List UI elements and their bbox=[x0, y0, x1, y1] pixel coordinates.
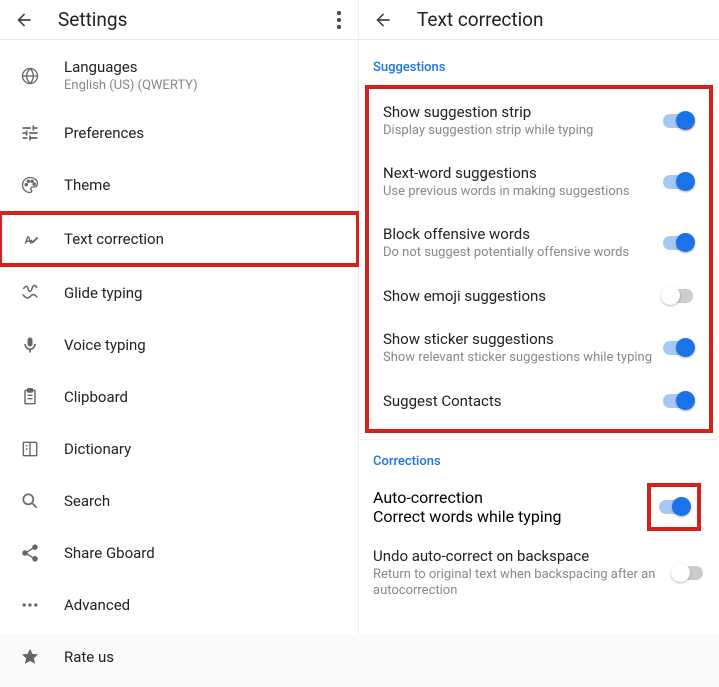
palette-icon bbox=[18, 173, 42, 197]
back-button[interactable] bbox=[12, 8, 36, 32]
sidebar-item-theme[interactable]: Theme bbox=[0, 159, 358, 211]
arrow-back-icon bbox=[373, 10, 393, 30]
row-sub: Do not suggest potentially offensive wor… bbox=[383, 245, 661, 262]
sidebar-item-label: Theme bbox=[64, 176, 110, 194]
sidebar-item-label: Text correction bbox=[64, 230, 164, 248]
row-next-word-suggestions[interactable]: Next-word suggestions Use previous words… bbox=[369, 152, 709, 213]
row-title: Suggest Contacts bbox=[383, 392, 661, 410]
toggle-switch[interactable] bbox=[657, 497, 691, 517]
row-sub: Show relevant sticker suggestions while … bbox=[383, 350, 661, 367]
row-auto-correction[interactable]: Auto-correction Correct words while typi… bbox=[359, 477, 719, 531]
row-show-suggestion-strip[interactable]: Show suggestion strip Display suggestion… bbox=[369, 91, 709, 152]
sidebar-item-text-correction[interactable]: Text correction bbox=[0, 211, 360, 267]
sidebar-item-label: Dictionary bbox=[64, 440, 131, 458]
overflow-menu-button[interactable] bbox=[332, 6, 346, 34]
row-title: Undo auto-correct on backspace bbox=[373, 547, 671, 565]
sidebar-item-label: Search bbox=[64, 492, 110, 510]
toggle-switch[interactable] bbox=[661, 338, 695, 358]
sidebar-item-label: Rate us bbox=[64, 648, 114, 666]
sidebar-item-label: Preferences bbox=[64, 124, 144, 142]
text-correction-panel: Text correction Suggestions Show suggest… bbox=[359, 0, 719, 634]
sidebar-item-clipboard[interactable]: Clipboard bbox=[0, 371, 358, 423]
row-sub: Use previous words in making suggestions bbox=[383, 184, 661, 201]
sidebar-item-label: Glide typing bbox=[64, 284, 142, 302]
toggle-switch[interactable] bbox=[661, 391, 695, 411]
settings-header: Settings bbox=[0, 0, 358, 40]
row-sub: Return to original text when backspacing… bbox=[373, 567, 671, 601]
sidebar-item-share[interactable]: Share Gboard bbox=[0, 527, 358, 579]
clipboard-icon bbox=[18, 385, 42, 409]
book-icon bbox=[18, 437, 42, 461]
sidebar-item-glide-typing[interactable]: Glide typing bbox=[0, 267, 358, 319]
sidebar-item-label: Languages bbox=[64, 58, 198, 76]
settings-panel: Settings Languages English (US) (QWERTY)… bbox=[0, 0, 359, 634]
back-button[interactable] bbox=[371, 8, 395, 32]
row-show-emoji-suggestions[interactable]: Show emoji suggestions bbox=[369, 274, 709, 318]
row-block-offensive-words[interactable]: Block offensive words Do not suggest pot… bbox=[369, 213, 709, 274]
toggle-switch[interactable] bbox=[661, 172, 695, 192]
sidebar-item-voice-typing[interactable]: Voice typing bbox=[0, 319, 358, 371]
arrow-back-icon bbox=[14, 10, 34, 30]
sidebar-item-sub: English (US) (QWERTY) bbox=[64, 78, 198, 93]
text-correction-title: Text correction bbox=[417, 8, 707, 31]
sidebar-item-dictionary[interactable]: Dictionary bbox=[0, 423, 358, 475]
auto-correction-highlight-box bbox=[647, 483, 701, 531]
globe-icon bbox=[18, 64, 42, 88]
row-sub: Display suggestion strip while typing bbox=[383, 123, 661, 140]
settings-list: Languages English (US) (QWERTY) Preferen… bbox=[0, 40, 358, 687]
row-title: Block offensive words bbox=[383, 225, 661, 243]
sidebar-item-rate[interactable]: Rate us bbox=[0, 631, 358, 683]
mic-icon bbox=[18, 333, 42, 357]
toggle-switch[interactable] bbox=[661, 286, 695, 306]
sidebar-item-label: Clipboard bbox=[64, 388, 128, 406]
row-title: Show suggestion strip bbox=[383, 103, 661, 121]
spellcheck-icon bbox=[18, 227, 42, 251]
sidebar-item-label: Voice typing bbox=[64, 336, 146, 354]
toggle-switch[interactable] bbox=[661, 111, 695, 131]
sidebar-item-advanced[interactable]: Advanced bbox=[0, 579, 358, 631]
row-sub: Correct words while typing bbox=[373, 507, 647, 526]
gesture-icon bbox=[18, 281, 42, 305]
section-corrections: Corrections bbox=[359, 446, 719, 477]
suggestions-highlight-box: Show suggestion strip Display suggestion… bbox=[365, 85, 713, 433]
sidebar-item-label: Advanced bbox=[64, 596, 130, 614]
text-correction-header: Text correction bbox=[359, 0, 719, 40]
share-icon bbox=[18, 541, 42, 565]
more-icon bbox=[18, 593, 42, 617]
row-title: Show emoji suggestions bbox=[383, 287, 661, 305]
section-suggestions: Suggestions bbox=[359, 40, 719, 83]
toggle-switch[interactable] bbox=[671, 563, 705, 583]
sidebar-item-preferences[interactable]: Preferences bbox=[0, 107, 358, 159]
section-divider bbox=[359, 439, 719, 440]
settings-title: Settings bbox=[58, 8, 332, 31]
sidebar-item-languages[interactable]: Languages English (US) (QWERTY) bbox=[0, 44, 358, 107]
row-undo-auto-correct[interactable]: Undo auto-correct on backspace Return to… bbox=[359, 531, 719, 613]
star-icon bbox=[18, 645, 42, 669]
sidebar-item-search[interactable]: Search bbox=[0, 475, 358, 527]
row-title: Next-word suggestions bbox=[383, 164, 661, 182]
dots-icon bbox=[337, 11, 341, 15]
sidebar-item-label: Share Gboard bbox=[64, 544, 155, 562]
toggle-switch[interactable] bbox=[661, 233, 695, 253]
tune-icon bbox=[18, 121, 42, 145]
row-title: Show sticker suggestions bbox=[383, 330, 661, 348]
row-show-sticker-suggestions[interactable]: Show sticker suggestions Show relevant s… bbox=[369, 318, 709, 379]
search-icon bbox=[18, 489, 42, 513]
row-suggest-contacts[interactable]: Suggest Contacts bbox=[369, 379, 709, 423]
row-title: Auto-correction bbox=[373, 488, 647, 507]
